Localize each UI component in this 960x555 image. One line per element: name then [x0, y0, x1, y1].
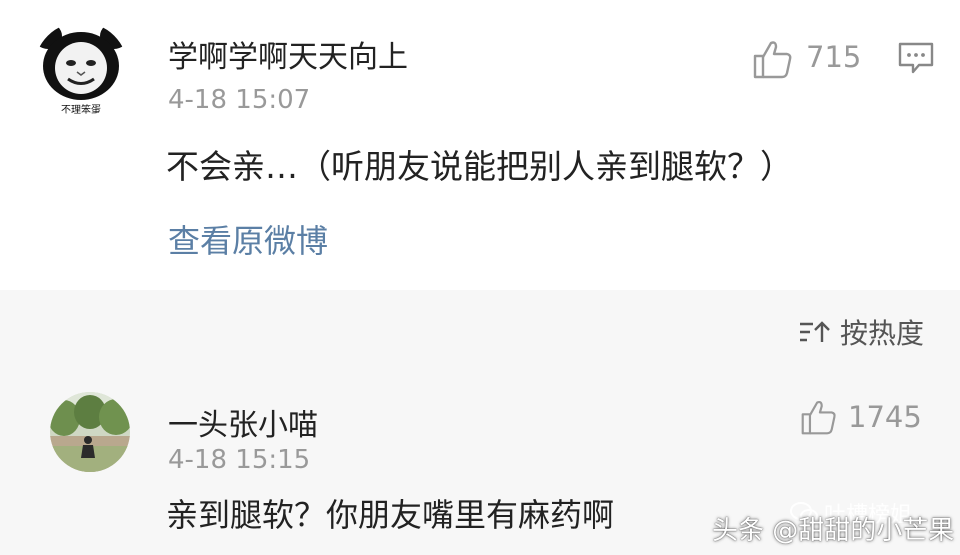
post-username[interactable]: 学啊学啊天天向上	[168, 32, 408, 76]
avatar[interactable]	[50, 392, 130, 472]
comment-timestamp: 4-18 15:15	[168, 445, 311, 475]
thumbs-up-icon[interactable]	[800, 398, 838, 436]
post-like-count: 715	[806, 40, 862, 74]
view-original-weibo-link[interactable]: 查看原微博	[168, 216, 328, 262]
sort-label: 按热度	[839, 317, 924, 350]
post-content: 不会亲…（听朋友说能把别人亲到腿软？）	[166, 147, 793, 186]
toutiao-watermark: 头条 @甜甜的小芒果	[712, 516, 955, 546]
sort-icon	[799, 321, 830, 342]
sort-by-hot-button[interactable]: 按热度	[798, 312, 924, 352]
original-post: 不理笨蛋 学啊学啊天天向上 4-18 15:07 715 不会亲…（听朋友说能把…	[0, 0, 960, 290]
post-timestamp: 4-18 15:07	[168, 85, 311, 115]
reply-icon[interactable]	[897, 41, 935, 75]
comment-content: 亲到腿软？你朋友嘴里有麻药啊	[166, 496, 615, 534]
avatar-caption: 不理笨蛋	[61, 105, 101, 116]
comment-username[interactable]: 一头张小喵	[168, 400, 318, 444]
park-photo-avatar-icon	[50, 392, 130, 472]
avatar[interactable]: 不理笨蛋	[34, 22, 128, 116]
thumbs-up-icon[interactable]	[752, 38, 794, 80]
comment-like-count: 1745	[848, 400, 922, 434]
